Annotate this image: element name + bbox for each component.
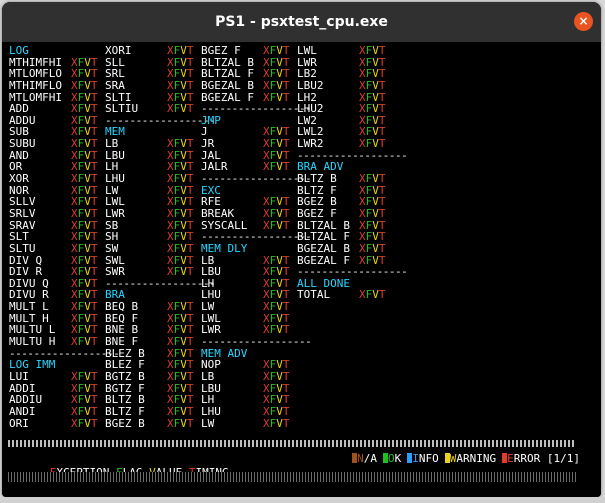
test-row: LHU XFVT (201, 289, 311, 301)
status-initial: O (388, 452, 395, 465)
window-title: PS1 - psxtest_cpu.exe (215, 14, 388, 30)
results-column-1: LOG MTHIMFHI XFVT MTLOMFLO XFVT MTHIMFLO XFVT M… (9, 45, 120, 430)
result-flag-v: V (84, 416, 91, 430)
desktop-edge (0, 497, 605, 503)
test-name: TOTAL (297, 288, 331, 302)
test-row: SB XFVT (105, 219, 215, 232)
footer-legend: EXCEPTION FLAG VALUE TIMING N/AOKINFOWAR… (10, 452, 580, 479)
page-indicator: [1/1] (540, 452, 580, 465)
result-flag-v: V (276, 416, 283, 430)
app-window: PS1 - psxtest_cpu.exe × LOG MTHIMFHI XFVT M… (2, 2, 601, 497)
test-result: XFVT (167, 416, 194, 430)
test-row: TOTAL XFVT (297, 289, 407, 301)
status-word: ARNING (456, 452, 497, 465)
emulator-screen: LOG MTHIMFHI XFVT MTLOMFLO XFVT MTHIMFLO XFVT M… (2, 42, 601, 497)
section-divider: ------------------ (201, 335, 312, 349)
test-row: MULTU H XFVT (9, 336, 119, 348)
dotted-separator (8, 472, 576, 482)
section-header: JMP (201, 113, 221, 127)
test-name: BGEZ B (105, 416, 145, 430)
section-header: MEM DLY (201, 241, 248, 255)
status-legend: N/A OK INFO WARNING ERROR [1/1] (346, 452, 580, 466)
test-result: XFVT (71, 416, 98, 430)
test-row: NOP XFVT (201, 359, 311, 371)
test-row: LWR XFVT (105, 208, 215, 220)
test-row: J XFVT (201, 126, 311, 138)
test-row: LHU XFVT (105, 173, 215, 185)
test-row: AND XFVT (9, 149, 119, 162)
result-flag-t: T (186, 416, 194, 430)
status-word: RROR (513, 452, 541, 465)
test-name: LW (201, 416, 215, 430)
result-flag-x: X (71, 416, 78, 430)
result-flag-x: X (359, 288, 366, 302)
test-row: LBU XFVT (105, 149, 215, 162)
result-flag-v: V (180, 416, 187, 430)
result-flag-t: T (90, 416, 98, 430)
separator-bar (8, 440, 576, 447)
result-flag-x: X (263, 416, 270, 430)
result-flag-x: X (167, 416, 174, 430)
test-row: BGEZ B XFVT (105, 416, 215, 430)
test-row: LHU XFVT (201, 406, 311, 418)
test-result: XFVT (71, 336, 98, 348)
section-header: MEM (105, 125, 125, 139)
test-row: LBU XFVT (201, 382, 311, 395)
test-row: SH XFVT (105, 231, 215, 243)
result-flag-t: T (378, 288, 386, 302)
test-result: XFVT (359, 289, 386, 301)
results-column-2: XORI XFVT SLL XFVT SRL XFVT SRA XFVT SLTI XFVT SLT… (105, 45, 216, 430)
test-row: LBU XFVT (201, 266, 311, 278)
status-word: NFO (418, 452, 439, 465)
test-row: LW XFVT (201, 416, 311, 430)
title-bar[interactable]: PS1 - psxtest_cpu.exe × (2, 2, 601, 42)
status-word: K (394, 452, 402, 465)
result-flag-t: T (282, 416, 290, 430)
test-name: ORI (9, 416, 29, 430)
test-row: ORI XFVT (9, 416, 119, 430)
results-column-4: LWL XFVT LWR XFVT LB2 XFVT LBU2 XFVT LH2 XFVT LHU2… (297, 45, 408, 301)
section-divider: ------------------ (201, 172, 312, 186)
status-word: /A (363, 452, 377, 465)
status-initial: E (507, 452, 514, 465)
close-icon[interactable]: × (574, 12, 593, 31)
result-flag-v: V (372, 288, 379, 302)
status-initial: I (412, 452, 419, 465)
status-initial: N (357, 452, 364, 465)
results-column-3: BGEZ F XFVT BLTZAL B XFVT BLTZAL F XFVT BGEZAL… (201, 45, 312, 430)
test-result: XFVT (263, 416, 290, 430)
